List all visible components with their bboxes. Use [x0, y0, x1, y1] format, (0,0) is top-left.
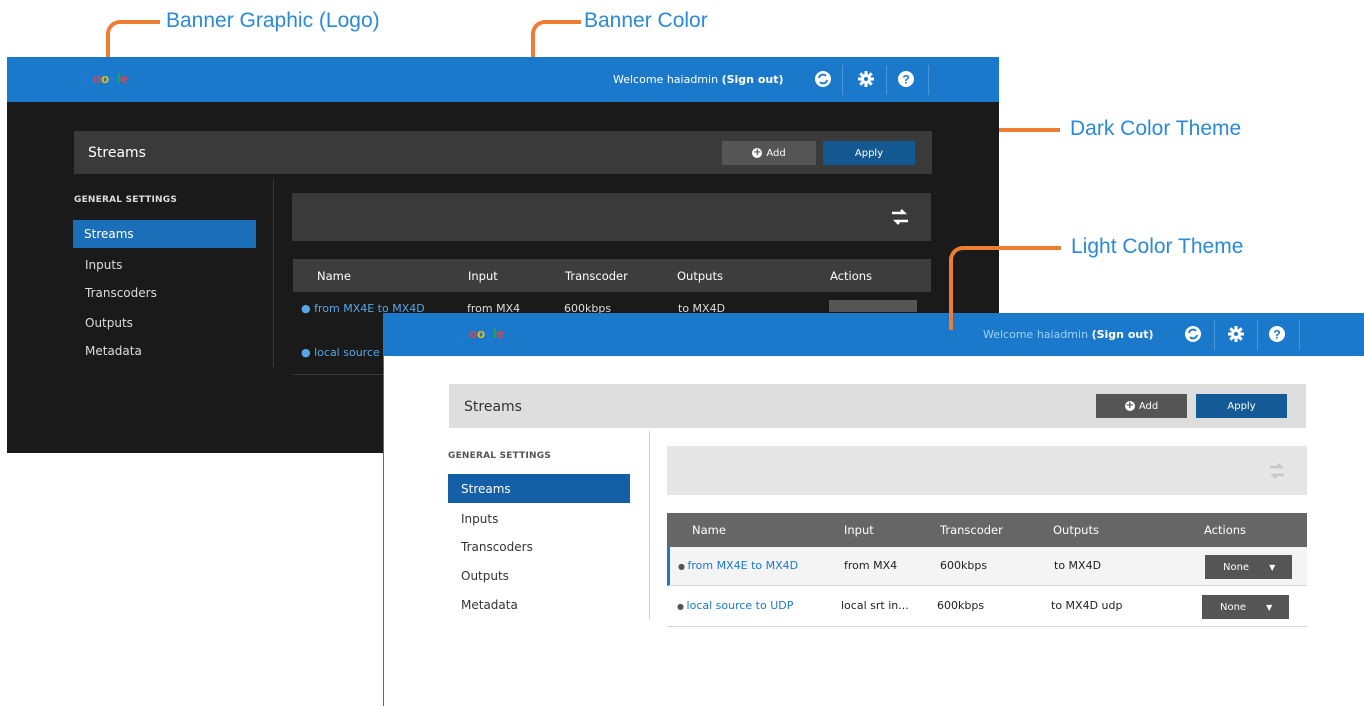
light-table-header: Name Input Transcoder Outputs Actions: [667, 513, 1307, 547]
light-col-transcoder: Transcoder: [940, 523, 1003, 537]
dark-sidebar-item-inputs[interactable]: Inputs: [85, 258, 122, 272]
light-sidebar-item-inputs[interactable]: Inputs: [461, 512, 498, 526]
light-add-label: Add: [1138, 400, 1159, 412]
row1-action-dropdown[interactable]: None ▼: [1205, 555, 1292, 579]
dark-gear-icon[interactable]: [847, 60, 885, 98]
callout-light-theme-label: Light Color Theme: [1071, 235, 1244, 258]
light-swap-icon[interactable]: [1268, 463, 1286, 479]
dark-sidebar-heading: GENERAL SETTINGS: [74, 195, 178, 205]
dark-sidebar-item-metadata[interactable]: Metadata: [85, 344, 142, 358]
dark-add-button[interactable]: + Add: [722, 141, 816, 165]
dark-swap-icon[interactable]: [890, 208, 910, 226]
row1-outputs: to MX4D: [1054, 559, 1102, 572]
light-col-name: Name: [692, 523, 726, 537]
dark-apply-button[interactable]: Apply: [823, 141, 915, 165]
dark-header-divider: [842, 65, 843, 95]
dark-row-divider: [293, 374, 393, 375]
dark-logo: Google: [83, 71, 128, 86]
dark-col-input: Input: [468, 269, 498, 283]
light-panel-header: Streams + Add Apply: [449, 384, 1306, 428]
dark-sign-out-link[interactable]: (Sign out): [722, 73, 784, 86]
table-row[interactable]: ● from MX4E to MX4D from MX4 600kbps to …: [667, 547, 1307, 586]
dark-welcome: Welcome haiadmin (Sign out): [613, 73, 784, 86]
row1-action-label: None: [1223, 561, 1250, 573]
row1-name-link[interactable]: ● from MX4E to MX4D: [678, 559, 798, 572]
light-sync-icon[interactable]: [1174, 315, 1212, 353]
light-banner: Google Welcome haiadmin (Sign out) ?: [384, 313, 1364, 356]
light-header-divider: [1299, 320, 1300, 350]
light-welcome-text: Welcome haiadmin: [983, 328, 1089, 341]
dark-header-divider: [928, 65, 929, 95]
callout-banner-color-label: Banner Color: [584, 9, 708, 32]
row1-transcoder: 600kbps: [940, 559, 988, 572]
dark-col-actions: Actions: [830, 269, 873, 283]
row2-input: local srt in...: [841, 599, 909, 612]
light-header-divider: [1214, 320, 1215, 350]
dark-row2-name-text: local source: [314, 346, 380, 359]
dark-help-icon[interactable]: ?: [887, 60, 925, 98]
dark-col-name: Name: [317, 269, 351, 283]
light-filter-bar: [667, 446, 1307, 495]
row2-action-dropdown[interactable]: None ▼: [1202, 595, 1289, 619]
dark-page-title: Streams: [88, 145, 146, 161]
light-sidebar-label: Streams: [461, 482, 511, 496]
light-page-title: Streams: [464, 399, 522, 415]
light-gear-icon[interactable]: [1217, 315, 1255, 353]
dark-sync-icon[interactable]: [804, 60, 842, 98]
dark-filter-bar: [292, 193, 931, 241]
light-col-input: Input: [844, 523, 874, 537]
dark-sidebar-item-transcoders[interactable]: Transcoders: [85, 286, 157, 300]
dark-panel-header: Streams + Add Apply: [74, 131, 932, 174]
dark-sidebar-item-streams[interactable]: Streams: [73, 220, 256, 248]
dark-add-label: Add: [766, 147, 786, 159]
light-welcome: Welcome haiadmin (Sign out): [983, 328, 1154, 341]
callout-dark-theme-label: Dark Color Theme: [1070, 117, 1242, 140]
light-apply-button[interactable]: Apply: [1196, 394, 1287, 418]
dark-row2-name[interactable]: ● local source: [301, 346, 380, 359]
light-sign-out-link[interactable]: (Sign out): [1092, 328, 1154, 341]
plus-circle-icon: +: [752, 147, 763, 158]
light-logo: Google: [459, 326, 504, 341]
row1-name-text: from MX4E to MX4D: [687, 559, 799, 572]
row1-input: from MX4: [844, 559, 898, 572]
row2-name-text: local source to UDP: [686, 599, 794, 612]
dark-sidebar-divider: [273, 179, 274, 367]
table-row[interactable]: ● local source to UDP local srt in... 60…: [667, 587, 1307, 627]
light-theme-window: Google Welcome haiadmin (Sign out) ? Str…: [383, 313, 1364, 706]
dark-row1-action[interactable]: [829, 300, 917, 312]
plus-circle-icon: +: [1124, 400, 1135, 411]
light-sidebar-item-metadata[interactable]: Metadata: [461, 598, 518, 612]
light-add-button[interactable]: + Add: [1096, 394, 1187, 418]
light-sidebar-item-transcoders[interactable]: Transcoders: [461, 540, 533, 554]
caret-down-icon: ▼: [1266, 602, 1273, 612]
light-sidebar-item-streams[interactable]: Streams: [448, 474, 630, 503]
caret-down-icon: ▼: [1269, 562, 1276, 572]
dark-sidebar-item-outputs[interactable]: Outputs: [85, 316, 133, 330]
light-col-outputs: Outputs: [1053, 523, 1099, 537]
row2-transcoder: 600kbps: [937, 599, 985, 612]
callout-banner-graphic-label: Banner Graphic (Logo): [166, 9, 380, 32]
svg-text:?: ?: [902, 73, 909, 87]
dark-sidebar-label: Streams: [84, 227, 134, 241]
svg-text:?: ?: [1273, 328, 1280, 342]
row2-outputs: to MX4D udp: [1051, 599, 1123, 612]
dark-table-header: Name Input Transcoder Outputs Actions: [293, 259, 931, 292]
light-help-icon[interactable]: ?: [1258, 315, 1296, 353]
dark-banner: Google Welcome haiadmin (Sign out) ?: [7, 57, 999, 102]
dark-col-outputs: Outputs: [677, 269, 723, 283]
dark-col-transcoder: Transcoder: [565, 269, 628, 283]
light-sidebar-divider: [649, 431, 650, 619]
light-sidebar-heading: GENERAL SETTINGS: [448, 451, 552, 461]
light-col-actions: Actions: [1204, 523, 1247, 537]
row2-name-link[interactable]: ● local source to UDP: [677, 599, 793, 612]
row2-action-label: None: [1220, 601, 1247, 613]
dark-welcome-text: Welcome haiadmin: [613, 73, 719, 86]
light-sidebar-item-outputs[interactable]: Outputs: [461, 569, 509, 583]
